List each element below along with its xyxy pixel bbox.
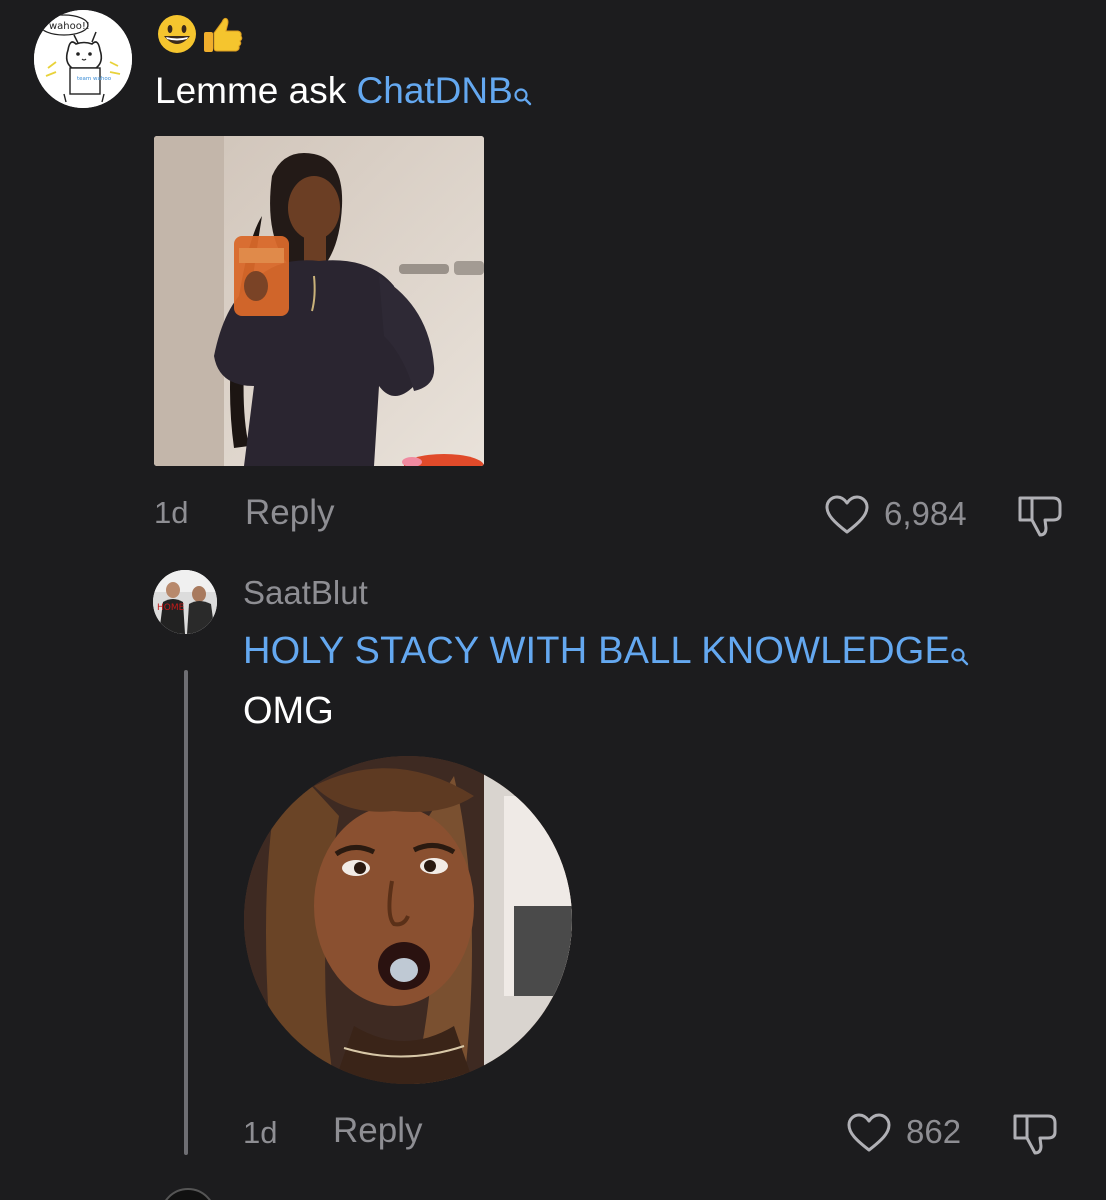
reply-gif-image[interactable] <box>244 756 572 1084</box>
ball-knowledge-search-link[interactable]: HOLY STACY WITH BALL KNOWLEDGE <box>243 630 970 673</box>
avatar[interactable]: wahoo!! team wahoo <box>34 10 132 108</box>
emoji-row <box>155 12 245 60</box>
comment-gif-image[interactable] <box>154 136 484 466</box>
heart-icon[interactable] <box>846 1112 892 1154</box>
dislike-icon[interactable] <box>1015 490 1065 538</box>
comment-text-plain: Lemme ask <box>155 70 357 111</box>
surprised-woman-image <box>244 756 572 1084</box>
chatdnb-link-label: ChatDNB <box>356 70 513 111</box>
thread-line <box>184 670 188 1155</box>
reply-avatar[interactable]: HOME <box>153 570 217 634</box>
dislike-icon[interactable] <box>1010 1108 1060 1156</box>
reply-link-label: HOLY STACY WITH BALL KNOWLEDGE <box>243 630 951 672</box>
reply-avatar-text: HOME <box>157 603 185 613</box>
thumbs-up-emoji-icon <box>201 12 245 61</box>
grinning-face-emoji-icon <box>155 12 199 61</box>
avatar-label: wahoo!! <box>49 21 90 32</box>
comment-timestamp: 1d <box>154 495 189 530</box>
avatar-subtext: team wahoo <box>77 76 112 82</box>
reply-text: OMG <box>243 690 334 732</box>
reply-username[interactable]: SaatBlut <box>243 574 368 612</box>
search-icon <box>513 74 533 106</box>
cat-avatar-icon: wahoo!! team wahoo <box>34 10 132 108</box>
comment-reply-button[interactable]: Reply <box>245 493 334 533</box>
comment-text: Lemme ask ChatDNB <box>155 70 533 112</box>
reply-avatar-image: HOME <box>153 570 217 634</box>
heart-icon[interactable] <box>824 494 870 536</box>
reply-like-count: 862 <box>906 1113 962 1150</box>
reply-reply-button[interactable]: Reply <box>333 1111 422 1151</box>
reply-timestamp: 1d <box>243 1115 278 1150</box>
next-comment-avatar[interactable] <box>160 1188 216 1200</box>
comment-like-count: 6,984 <box>884 495 967 532</box>
chatdnb-search-link[interactable]: ChatDNB <box>357 70 533 111</box>
search-icon <box>950 634 970 666</box>
woman-holding-drink-image <box>154 136 484 466</box>
